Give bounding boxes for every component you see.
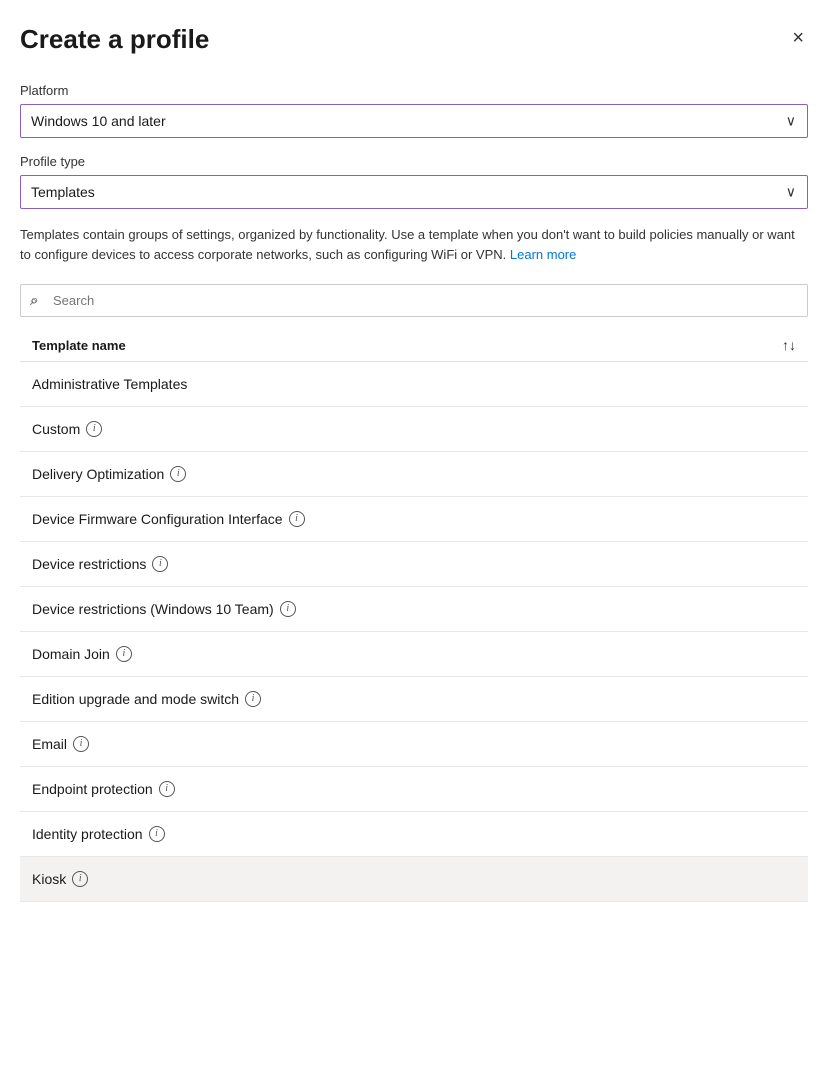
info-icon[interactable]: i: [289, 511, 305, 527]
panel-header: Create a profile ×: [20, 24, 808, 55]
profile-type-select[interactable]: Templates: [20, 175, 808, 209]
platform-field-group: Platform Windows 10 and later: [20, 83, 808, 138]
list-item[interactable]: Identity protection i: [20, 812, 808, 857]
list-item[interactable]: Device Firmware Configuration Interface …: [20, 497, 808, 542]
list-item[interactable]: Custom i: [20, 407, 808, 452]
info-icon[interactable]: i: [159, 781, 175, 797]
template-item-name: Device restrictions (Windows 10 Team): [32, 601, 274, 617]
template-item-name: Custom: [32, 421, 80, 437]
template-item-name: Domain Join: [32, 646, 110, 662]
description-text: Templates contain groups of settings, or…: [20, 225, 808, 264]
template-item-name: Endpoint protection: [32, 781, 153, 797]
template-item-name: Email: [32, 736, 67, 752]
platform-select-wrapper: Windows 10 and later: [20, 104, 808, 138]
info-icon[interactable]: i: [152, 556, 168, 572]
list-item[interactable]: Delivery Optimization i: [20, 452, 808, 497]
list-item[interactable]: Email i: [20, 722, 808, 767]
profile-type-select-wrapper: Templates: [20, 175, 808, 209]
learn-more-link[interactable]: Learn more: [510, 247, 576, 262]
template-item-name: Administrative Templates: [32, 376, 187, 392]
list-item[interactable]: Endpoint protection i: [20, 767, 808, 812]
page-title: Create a profile: [20, 24, 209, 55]
info-icon[interactable]: i: [73, 736, 89, 752]
list-item[interactable]: Edition upgrade and mode switch i: [20, 677, 808, 722]
template-item-name: Identity protection: [32, 826, 143, 842]
list-item[interactable]: Device restrictions (Windows 10 Team) i: [20, 587, 808, 632]
info-icon[interactable]: i: [116, 646, 132, 662]
list-item[interactable]: Administrative Templates: [20, 362, 808, 407]
list-item[interactable]: Device restrictions i: [20, 542, 808, 587]
search-wrapper: ⌕: [20, 284, 808, 317]
template-item-name: Edition upgrade and mode switch: [32, 691, 239, 707]
template-item-name: Delivery Optimization: [32, 466, 164, 482]
info-icon[interactable]: i: [86, 421, 102, 437]
platform-label: Platform: [20, 83, 808, 98]
info-icon[interactable]: i: [149, 826, 165, 842]
close-button[interactable]: ×: [788, 24, 808, 52]
platform-select[interactable]: Windows 10 and later: [20, 104, 808, 138]
template-list: Administrative Templates Custom i Delive…: [20, 362, 808, 902]
info-icon[interactable]: i: [280, 601, 296, 617]
template-item-name: Device restrictions: [32, 556, 146, 572]
info-icon[interactable]: i: [72, 871, 88, 887]
profile-type-label: Profile type: [20, 154, 808, 169]
info-icon[interactable]: i: [170, 466, 186, 482]
list-item[interactable]: Kiosk i: [20, 857, 808, 902]
template-item-name: Device Firmware Configuration Interface: [32, 511, 283, 527]
profile-type-field-group: Profile type Templates: [20, 154, 808, 209]
template-item-name: Kiosk: [32, 871, 66, 887]
sort-icon[interactable]: ↑↓: [782, 337, 796, 353]
template-table: Template name ↑↓ Administrative Template…: [20, 329, 808, 902]
search-input[interactable]: [20, 284, 808, 317]
info-icon[interactable]: i: [245, 691, 261, 707]
table-header: Template name ↑↓: [20, 329, 808, 362]
create-profile-panel: Create a profile × Platform Windows 10 a…: [0, 0, 828, 1066]
template-name-column-header: Template name: [32, 338, 126, 353]
list-item[interactable]: Domain Join i: [20, 632, 808, 677]
